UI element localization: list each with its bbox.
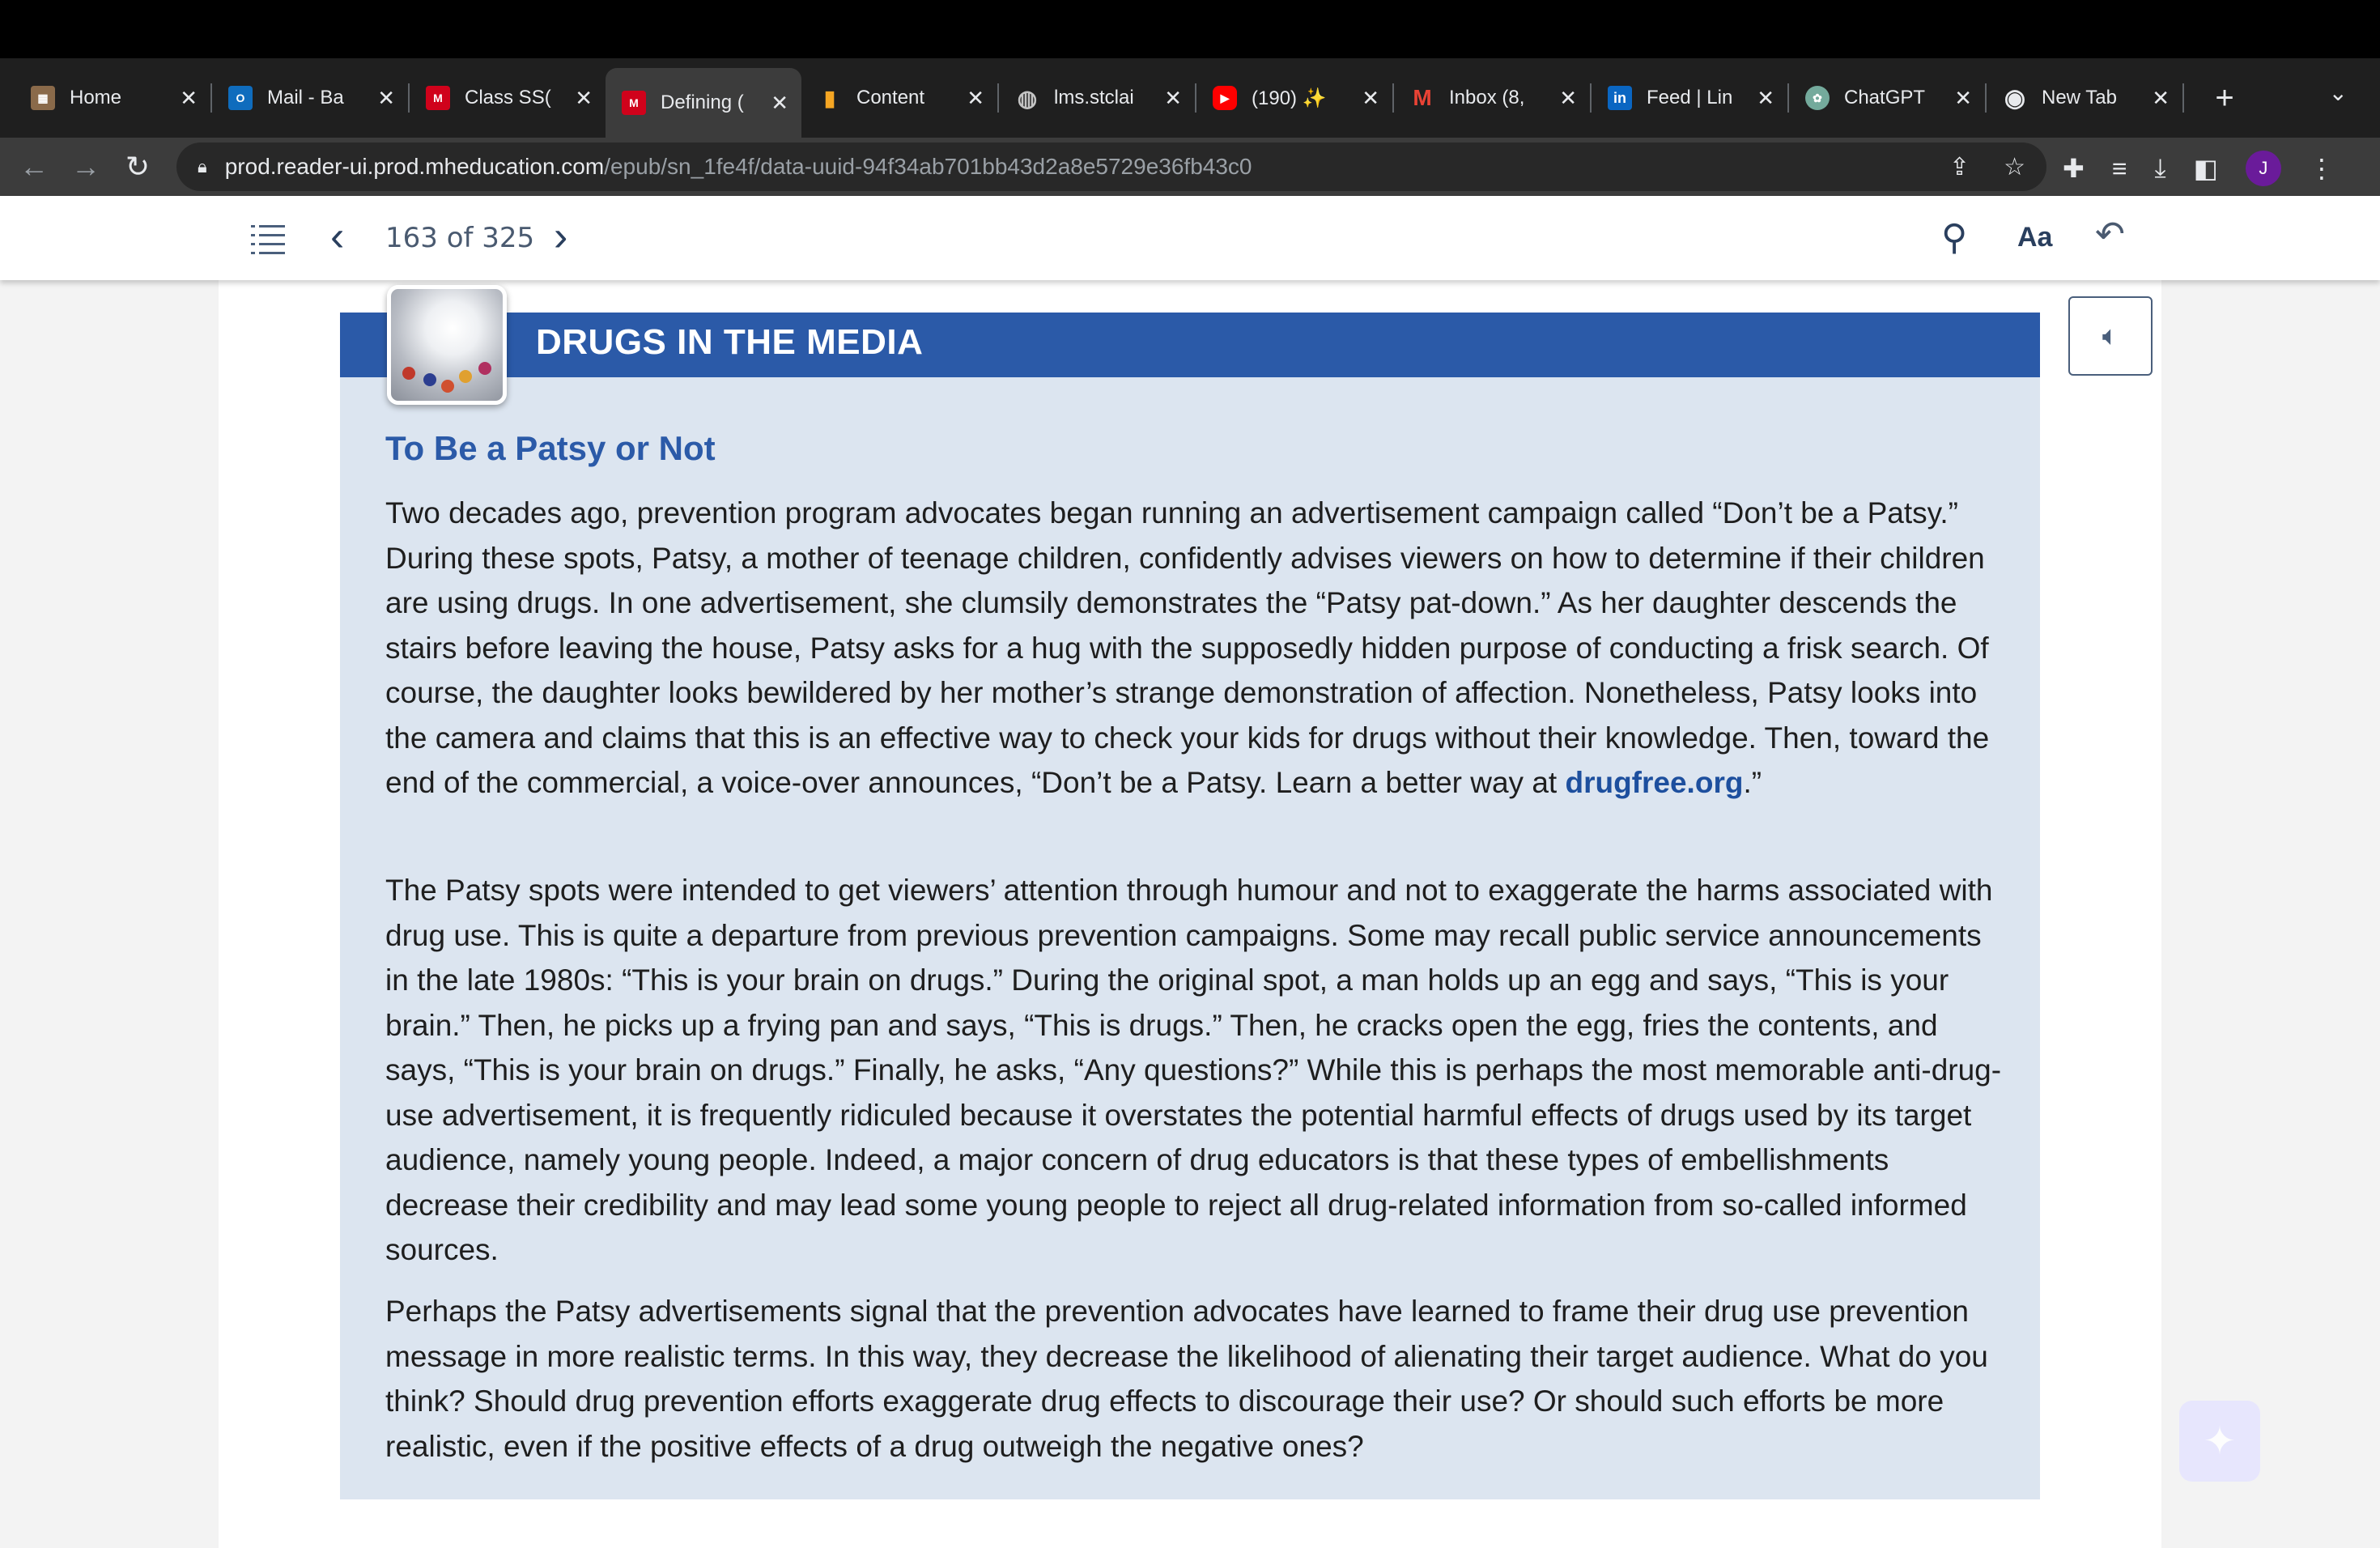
tab-title: Defining ( — [661, 91, 744, 113]
close-icon[interactable]: ✕ — [1954, 86, 1972, 111]
tab-separator — [2182, 83, 2184, 113]
speaker-icon: 🔈︎ — [2102, 320, 2119, 351]
outlook-icon: O — [228, 86, 253, 110]
tab-defining[interactable]: M Defining ( ✕ — [606, 68, 801, 138]
reload-icon[interactable]: ↻ — [112, 150, 164, 184]
tab-title: Content — [856, 87, 925, 108]
gmail-icon: M — [1413, 85, 1432, 110]
paragraph-2: The Patsy spots were intended to get vie… — [385, 874, 2002, 1266]
page-indicator: 163 of 325 — [385, 222, 535, 254]
bar-chart-icon: ▮ — [823, 85, 836, 110]
screen: ▦ Home ✕ O Mail - Ba ✕ M Class SS( ✕ M D… — [0, 0, 2380, 1548]
drugfree-link[interactable]: drugfree.org — [1565, 766, 1743, 799]
new-tab-button[interactable]: + — [2200, 74, 2249, 122]
tab-youtube[interactable]: ▶ (190) ✨ ✕ — [1196, 58, 1392, 138]
paragraph-1-text: Two decades ago, prevention program advo… — [385, 496, 1990, 799]
tab-title: Mail - Ba — [267, 87, 344, 108]
home-icon: ▦ — [31, 86, 55, 110]
close-icon[interactable]: ✕ — [1757, 86, 1774, 111]
avatar[interactable]: J — [2245, 151, 2281, 186]
tab-title: New Tab — [2042, 87, 2117, 108]
extensions-icon[interactable]: ✚ — [2063, 153, 2085, 184]
pill — [459, 370, 472, 383]
tab-title: Inbox (8, — [1449, 87, 1525, 108]
chrome-icon: ◉ — [2004, 84, 2026, 112]
tab-title: Class SS( — [465, 87, 551, 108]
url-field[interactable]: 🔒︎ prod.reader-ui.prod.mheducation.com/e… — [176, 142, 2046, 191]
tab-new-tab[interactable]: ◉ New Tab ✕ — [1987, 58, 2182, 138]
close-icon[interactable]: ✕ — [2152, 86, 2170, 111]
youtube-icon: ▶ — [1213, 86, 1237, 110]
top-bezel — [0, 0, 2380, 58]
close-icon[interactable]: ✕ — [1362, 86, 1379, 111]
tab-home[interactable]: ▦ Home ✕ — [15, 58, 210, 138]
table-of-contents-icon[interactable] — [251, 219, 287, 254]
tab-title: (190) ✨ — [1252, 87, 1327, 109]
linkedin-icon: in — [1608, 86, 1632, 110]
section-subhead: To Be a Patsy or Not — [385, 429, 716, 467]
toolbar-icons: ✚ ≡ ⤓ ◧ J ⋮ — [2063, 151, 2335, 186]
pill — [441, 380, 454, 393]
previous-page-icon[interactable]: ‹ — [330, 212, 344, 261]
url-path: /epub/sn_1fe4f/data-uuid-94f34ab701bb43d… — [604, 154, 1252, 179]
close-icon[interactable]: ✕ — [575, 86, 593, 111]
tab-bar: ▦ Home ✕ O Mail - Ba ✕ M Class SS( ✕ M D… — [0, 58, 2380, 138]
search-icon[interactable]: ⚲ — [1941, 217, 1967, 258]
url-host: prod.reader-ui.prod.mheducation.com — [224, 154, 605, 179]
tab-title: Home — [70, 87, 122, 108]
paragraph-1: Two decades ago, prevention program advo… — [385, 491, 2012, 806]
tab-lms[interactable]: ◍ lms.stclai ✕ — [999, 58, 1195, 138]
forward-icon[interactable]: → — [60, 150, 112, 184]
tab-mail[interactable]: O Mail - Ba ✕ — [212, 58, 408, 138]
close-icon[interactable]: ✕ — [180, 86, 198, 111]
tab-linkedin[interactable]: in Feed | Lin ✕ — [1592, 58, 1787, 138]
tab-content[interactable]: ▮ Content ✕ — [801, 58, 997, 138]
reader-toolbar: ‹ 163 of 325 › ⚲ Aa ↶ — [0, 196, 2380, 280]
font-settings-button[interactable]: Aa — [2017, 222, 2052, 253]
close-icon[interactable]: ✕ — [1559, 86, 1577, 111]
back-icon[interactable]: ← — [8, 150, 60, 184]
share-icon[interactable]: ⇪ — [1949, 153, 1970, 181]
download-icon[interactable]: ⤓ — [2154, 153, 2165, 184]
bookmark-star-icon[interactable]: ☆ — [2004, 153, 2025, 181]
chatgpt-icon: ✿ — [1805, 86, 1830, 110]
mcgraw-hill-icon: M — [426, 86, 450, 110]
mcgraw-hill-icon: M — [622, 91, 646, 115]
pill — [478, 362, 491, 375]
close-icon[interactable]: ✕ — [967, 86, 984, 111]
lock-icon[interactable]: 🔒︎ — [198, 156, 207, 177]
pill — [423, 373, 436, 386]
read-aloud-button[interactable]: 🔈︎ — [2068, 296, 2153, 376]
chevron-down-icon[interactable]: ⌄ — [2329, 79, 2348, 106]
tab-gmail[interactable]: M Inbox (8, ✕ — [1394, 58, 1590, 138]
feature-title: DRUGS IN THE MEDIA — [536, 322, 924, 362]
globe-icon: ◍ — [1017, 85, 1038, 111]
pill — [402, 367, 415, 380]
reading-list-icon[interactable]: ≡ — [2112, 154, 2127, 184]
paragraph-3: Perhaps the Patsy advertisements signal … — [385, 1295, 1988, 1463]
tab-title: Feed | Lin — [1647, 87, 1733, 108]
back-arrow-icon[interactable]: ↶ — [2095, 214, 2125, 255]
address-bar: ← → ↻ 🔒︎ prod.reader-ui.prod.mheducation… — [0, 138, 2380, 196]
close-icon[interactable]: ✕ — [771, 91, 788, 116]
pills-image — [387, 285, 507, 405]
tab-class[interactable]: M Class SS( ✕ — [410, 58, 606, 138]
paragraph-1-end: .” — [1743, 766, 1762, 799]
tab-title: lms.stclai — [1054, 87, 1134, 108]
more-menu-icon[interactable]: ⋮ — [2309, 153, 2335, 184]
close-icon[interactable]: ✕ — [377, 86, 395, 111]
close-icon[interactable]: ✕ — [1164, 86, 1182, 111]
tab-chatgpt[interactable]: ✿ ChatGPT ✕ — [1789, 58, 1985, 138]
assistant-icon[interactable]: ✦ — [2179, 1401, 2260, 1482]
tab-title: ChatGPT — [1844, 87, 1926, 108]
next-page-icon[interactable]: › — [554, 212, 567, 261]
side-panel-icon[interactable]: ◧ — [2194, 153, 2218, 184]
